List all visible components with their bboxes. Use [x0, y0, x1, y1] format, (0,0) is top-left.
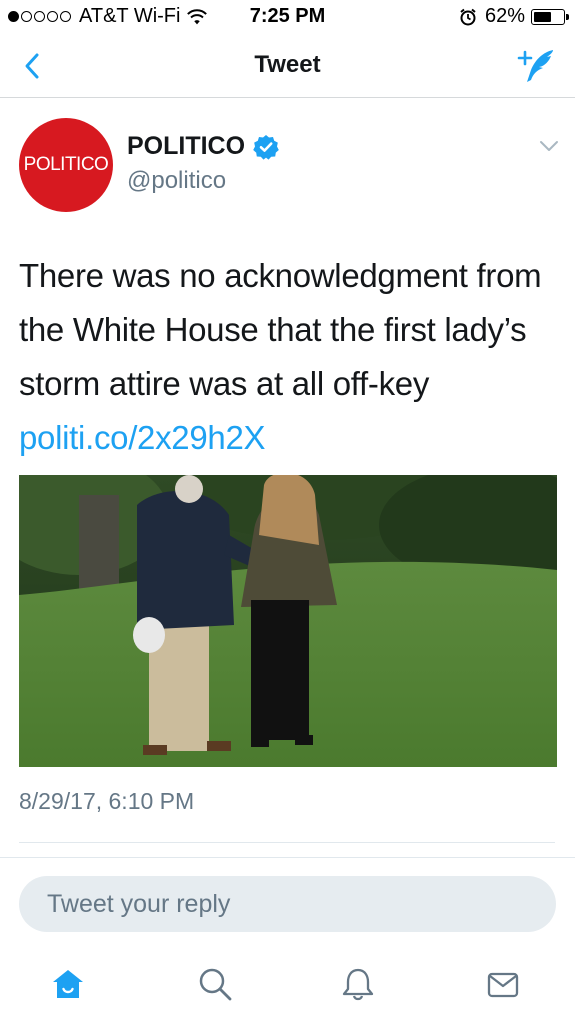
messages-icon: [487, 972, 519, 998]
tab-home[interactable]: [48, 964, 88, 1004]
tab-bar: [0, 950, 575, 1024]
photo-image: [19, 475, 557, 767]
tab-messages[interactable]: [483, 964, 523, 1004]
verified-badge-icon: [253, 134, 279, 160]
divider: [0, 857, 575, 858]
navigation-bar: Tweet: [0, 34, 575, 98]
status-right: 62%: [459, 5, 569, 28]
alarm-icon: [460, 8, 476, 25]
tab-notifications[interactable]: [338, 964, 378, 1004]
user-handle[interactable]: @politico: [127, 167, 226, 195]
chevron-down-icon: [540, 141, 558, 151]
tweet-options-button[interactable]: [537, 136, 561, 156]
tweet-text: There was no acknowledgment from the Whi…: [19, 249, 559, 465]
divider: [19, 842, 555, 843]
reply-input[interactable]: Tweet your reply: [19, 876, 556, 932]
avatar[interactable]: POLITICO: [19, 118, 113, 212]
tweet-body: There was no acknowledgment from the Whi…: [19, 257, 542, 402]
reply-placeholder: Tweet your reply: [47, 890, 231, 918]
search-icon: [199, 968, 232, 1001]
page-title: Tweet: [254, 51, 321, 78]
compose-button[interactable]: [515, 46, 559, 86]
compose-tweet-icon: [517, 50, 553, 82]
tweet-photo[interactable]: [19, 475, 557, 767]
battery-percentage: 62%: [484, 5, 525, 27]
home-icon: [53, 970, 83, 998]
display-name-label: POLITICO: [127, 132, 246, 160]
notifications-icon: [342, 968, 374, 1001]
avatar-logo-text: POLITICO: [23, 154, 109, 175]
battery-icon: [531, 8, 569, 25]
display-name[interactable]: POLITICO: [127, 132, 279, 161]
tweet-timestamp: 8/29/17, 6:10 PM: [19, 788, 195, 814]
tweet-link[interactable]: politi.co/2x29h2X: [19, 419, 266, 456]
tab-search[interactable]: [195, 964, 235, 1004]
status-bar: AT&T Wi-Fi 7:25 PM 62%: [0, 0, 575, 34]
